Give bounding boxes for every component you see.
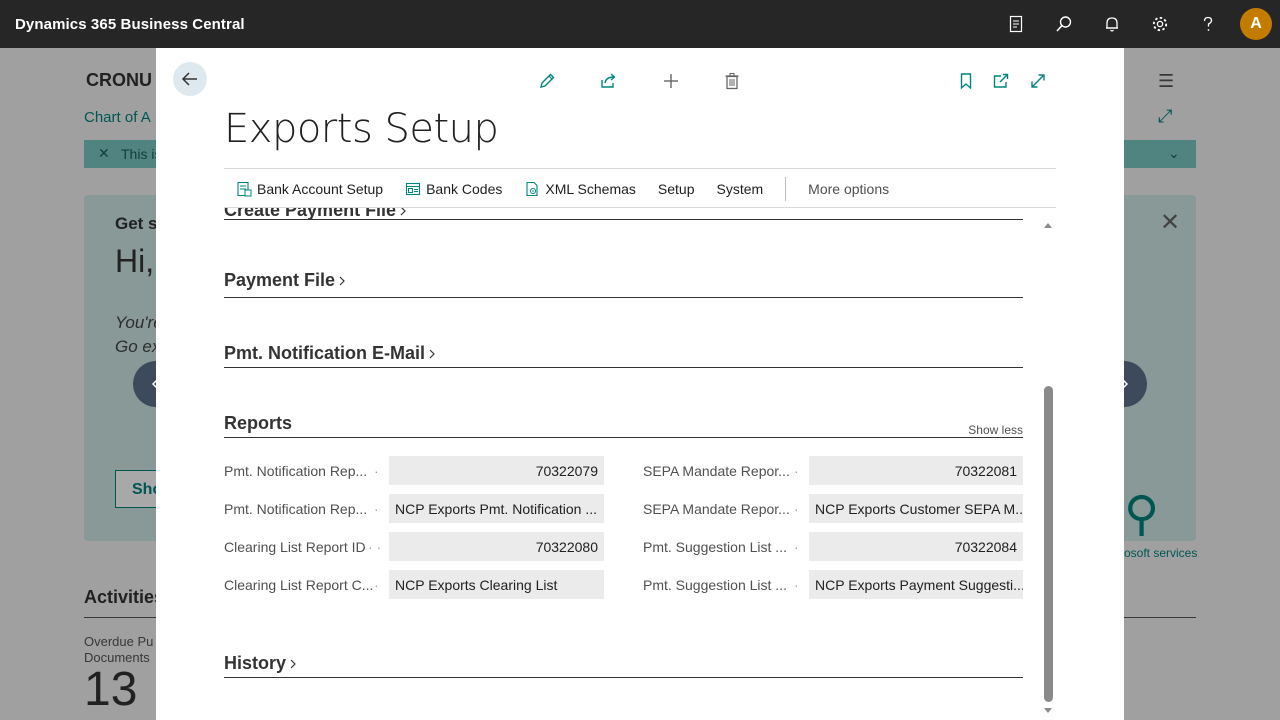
- action-label: Setup: [657, 181, 695, 197]
- field-leader: ·: [794, 539, 799, 555]
- divider: [224, 168, 1056, 169]
- field-input[interactable]: 70322079: [389, 456, 604, 485]
- action-label: System: [716, 181, 764, 197]
- divider: [785, 177, 787, 201]
- gear-icon[interactable]: [1136, 0, 1184, 48]
- chevron-right-icon: [290, 659, 296, 668]
- page-content: Create Payment File Payment File Pmt. No…: [224, 208, 1024, 712]
- field-clearing-list-report-caption: Clearing List Report C... · NCP Exports …: [224, 570, 604, 599]
- chevron-right-icon: [400, 208, 406, 215]
- field-leader: ·: [794, 577, 799, 593]
- xml-schema-icon: [526, 181, 538, 197]
- action-label: Bank Codes: [426, 181, 503, 197]
- more-options-button[interactable]: More options: [797, 172, 900, 206]
- fasttab-reports[interactable]: Reports Show less: [224, 413, 1023, 438]
- delete-icon[interactable]: [718, 67, 746, 95]
- avatar[interactable]: A: [1240, 8, 1272, 40]
- fasttab-pmt-notification-email[interactable]: Pmt. Notification E-Mail: [224, 343, 1023, 368]
- share-icon[interactable]: [594, 67, 622, 95]
- page-title: Exports Setup: [224, 106, 499, 152]
- action-label: XML Schemas: [545, 181, 636, 197]
- field-pmt-notification-report-id: Pmt. Notification Rep... · 70322079: [224, 456, 604, 485]
- field-input[interactable]: NCP Exports Payment Suggesti...: [809, 570, 1023, 599]
- fasttab-history[interactable]: History: [224, 653, 1023, 678]
- app-title[interactable]: Dynamics 365 Business Central: [0, 16, 245, 33]
- bank-account-setup-action[interactable]: Bank Account Setup: [224, 172, 394, 206]
- field-leader: · ·: [368, 539, 382, 555]
- search-icon[interactable]: [1040, 0, 1088, 48]
- field-label: SEPA Mandate Repor...: [643, 501, 790, 517]
- setup-menu[interactable]: Setup: [647, 172, 706, 206]
- field-sepa-mandate-report-id: SEPA Mandate Repor... · 70322081: [643, 456, 1023, 485]
- field-leader: ·: [374, 463, 379, 479]
- fasttab-payment-file[interactable]: Payment File: [224, 270, 1023, 298]
- open-in-new-window-icon[interactable]: [987, 67, 1015, 95]
- field-label: Pmt. Notification Rep...: [224, 501, 368, 517]
- field-label: SEPA Mandate Repor...: [643, 463, 790, 479]
- field-clearing-list-report-id: Clearing List Report ID · · 70322080: [224, 532, 604, 561]
- xml-schemas-action[interactable]: XML Schemas: [513, 172, 647, 206]
- field-leader: ·: [374, 577, 379, 593]
- system-menu[interactable]: System: [705, 172, 774, 206]
- action-label: Bank Account Setup: [257, 181, 384, 197]
- field-pmt-suggestion-list-report-id: Pmt. Suggestion List ... · 70322084: [643, 532, 1023, 561]
- field-label: Clearing List Report C...: [224, 577, 374, 593]
- fasttab-title: Payment File: [224, 270, 336, 290]
- fasttab-title: History: [224, 653, 287, 673]
- field-label: Pmt. Notification Rep...: [224, 463, 368, 479]
- field-input[interactable]: NCP Exports Clearing List: [389, 570, 604, 599]
- field-input[interactable]: NCP Exports Customer SEPA M...: [809, 494, 1023, 523]
- field-input[interactable]: NCP Exports Pmt. Notification ...: [389, 494, 604, 523]
- field-leader: ·: [794, 463, 799, 479]
- fasttab-create-payment-file[interactable]: Create Payment File: [224, 208, 1023, 220]
- field-pmt-notification-report-caption: Pmt. Notification Rep... · NCP Exports P…: [224, 494, 604, 523]
- bell-icon[interactable]: [1088, 0, 1136, 48]
- help-icon[interactable]: [1184, 0, 1232, 48]
- field-input[interactable]: 70322084: [809, 532, 1023, 561]
- app-bar: Dynamics 365 Business Central A: [0, 0, 1280, 48]
- arrow-left-icon: [181, 72, 197, 86]
- action-bar: Bank Account Setup Bank Codes XML Schema…: [224, 172, 1056, 206]
- field-pmt-suggestion-list-report-caption: Pmt. Suggestion List ... · NCP Exports P…: [643, 570, 1023, 599]
- bank-codes-action[interactable]: Bank Codes: [394, 172, 513, 206]
- fasttab-title: Reports: [224, 413, 293, 433]
- chevron-right-icon: [339, 276, 345, 285]
- scroll-down-arrow[interactable]: [1043, 706, 1053, 716]
- edit-icon[interactable]: [533, 67, 561, 95]
- bookmark-icon[interactable]: [952, 67, 980, 95]
- scroll-up-arrow[interactable]: [1043, 220, 1053, 230]
- field-label: Pmt. Suggestion List ...: [643, 539, 787, 555]
- field-label: Pmt. Suggestion List ...: [643, 577, 787, 593]
- back-button[interactable]: [173, 62, 207, 96]
- field-leader: ·: [374, 501, 379, 517]
- bank-account-icon: [237, 181, 252, 197]
- bank-codes-icon: [406, 182, 421, 196]
- field-sepa-mandate-report-caption: SEPA Mandate Repor... · NCP Exports Cust…: [643, 494, 1023, 523]
- add-icon[interactable]: [657, 67, 685, 95]
- field-input[interactable]: 70322080: [389, 532, 604, 561]
- show-less-link[interactable]: Show less: [968, 423, 1023, 437]
- fasttab-title: Pmt. Notification E-Mail: [224, 343, 426, 363]
- scrollbar-thumb[interactable]: [1044, 386, 1053, 702]
- fasttab-title: Create Payment File: [224, 208, 397, 220]
- document-icon[interactable]: [992, 0, 1040, 48]
- field-input[interactable]: 70322081: [809, 456, 1023, 485]
- field-label: Clearing List Report ID: [224, 539, 366, 555]
- expand-icon[interactable]: [1024, 67, 1052, 95]
- chevron-right-icon: [429, 349, 435, 358]
- field-leader: ·: [794, 501, 799, 517]
